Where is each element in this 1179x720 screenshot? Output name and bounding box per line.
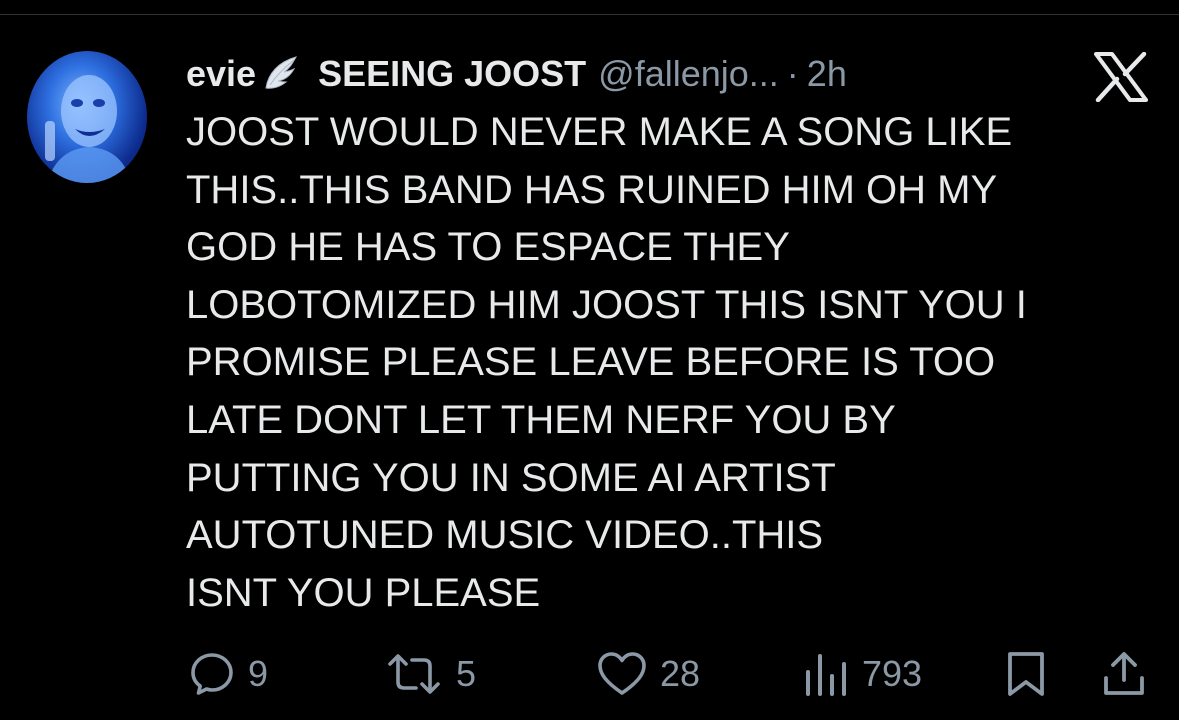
retweet-count: 5 — [456, 653, 477, 694]
tweet-text-line: LATE DONT LET THEM NERF YOU BY — [186, 397, 896, 442]
tweet-text-line: AUTOTUNED MUSIC VIDEO..THIS — [186, 513, 824, 558]
views-count: 793 — [862, 653, 923, 694]
tweet-timestamp[interactable]: 2h — [807, 53, 847, 95]
author-display-name[interactable]: evie — [186, 53, 256, 95]
wing-icon — [262, 54, 300, 94]
tweet-text: JOOST WOULD NEVER MAKE A SONG LIKE THIS.… — [186, 104, 1146, 622]
action-bar: 9 5 28 793 — [0, 644, 1179, 704]
tweet-text-line: LOBOTOMIZED HIM JOOST THIS ISNT YOU I — [186, 282, 1027, 327]
share-icon — [1100, 650, 1148, 698]
reply-button[interactable]: 9 — [188, 644, 268, 704]
tweet-text-line: PUTTING YOU IN SOME AI ARTIST — [186, 455, 836, 500]
tweet-text-line: PROMISE PLEASE LEAVE BEFORE IS TOO — [186, 340, 996, 385]
reply-count: 9 — [248, 653, 269, 694]
author-secondary-name[interactable]: SEEING JOOST — [318, 53, 586, 95]
avatar[interactable] — [27, 51, 147, 183]
tweet-text-line: ISNT YOU PLEASE — [186, 570, 541, 615]
heart-icon — [596, 650, 648, 698]
x-logo-icon — [1094, 52, 1148, 102]
bookmark-icon — [1004, 650, 1048, 698]
author-handle[interactable]: @fallenjo... — [598, 53, 779, 95]
views-icon — [802, 650, 850, 698]
tweet-text-line: JOOST WOULD NEVER MAKE A SONG LIKE — [186, 110, 1013, 154]
top-divider — [0, 14, 1179, 15]
like-button[interactable]: 28 — [596, 644, 700, 704]
bookmark-button[interactable] — [1004, 644, 1048, 704]
reply-icon — [188, 650, 236, 698]
tweet-header: evie SEEING JOOST @fallenjo... · 2h — [186, 46, 847, 102]
separator-dot: · — [786, 53, 799, 94]
tweet-text-line: THIS..THIS BAND HAS RUINED HIM OH MY — [186, 167, 998, 212]
tweet-text-line: GOD HE HAS TO ESPACE THEY — [186, 225, 790, 270]
like-count: 28 — [660, 653, 701, 694]
retweet-icon — [384, 650, 444, 698]
share-button[interactable] — [1100, 644, 1148, 704]
retweet-button[interactable]: 5 — [384, 644, 476, 704]
avatar-image — [45, 75, 131, 183]
views-button[interactable]: 793 — [802, 644, 922, 704]
